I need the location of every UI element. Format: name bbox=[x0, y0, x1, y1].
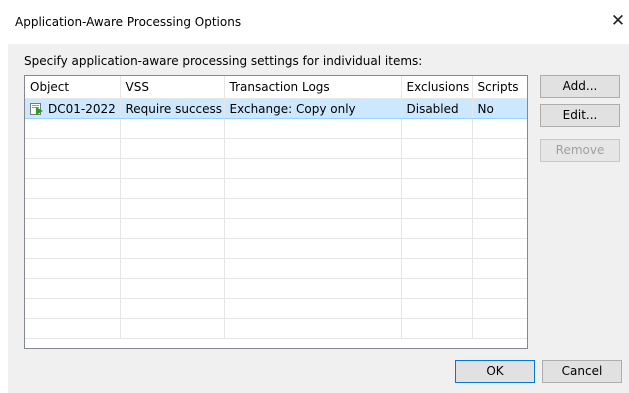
empty-cell bbox=[224, 238, 402, 259]
empty-row bbox=[25, 238, 527, 259]
column-header-scripts[interactable]: Scripts bbox=[472, 76, 527, 99]
empty-cell bbox=[472, 158, 527, 179]
empty-cell bbox=[224, 278, 402, 299]
empty-cell bbox=[472, 278, 527, 299]
empty-cell bbox=[472, 298, 527, 319]
remove-button[interactable]: Remove bbox=[540, 139, 620, 162]
empty-cell bbox=[401, 158, 473, 179]
empty-cell bbox=[120, 218, 225, 239]
empty-cell bbox=[224, 138, 402, 159]
cell-scripts: No bbox=[472, 98, 527, 119]
empty-cell bbox=[25, 198, 121, 219]
column-header-transaction-logs[interactable]: Transaction Logs bbox=[224, 76, 402, 99]
empty-cell bbox=[472, 218, 527, 239]
empty-cell bbox=[401, 278, 473, 299]
empty-cell bbox=[401, 218, 473, 239]
empty-cell bbox=[120, 118, 225, 139]
empty-row bbox=[25, 258, 527, 279]
empty-cell bbox=[472, 178, 527, 199]
header-row: Object VSS Transaction Logs Exclusions S… bbox=[25, 76, 527, 99]
table-row[interactable]: DC01-2022 Require success Exchange: Copy… bbox=[25, 98, 527, 119]
column-header-object[interactable]: Object bbox=[25, 76, 121, 99]
empty-cell bbox=[224, 298, 402, 319]
empty-cell bbox=[472, 138, 527, 159]
cell-exclusions: Disabled bbox=[401, 98, 473, 119]
empty-row bbox=[25, 178, 527, 199]
empty-cell bbox=[224, 218, 402, 239]
empty-row bbox=[25, 298, 527, 319]
close-icon[interactable]: ✕ bbox=[607, 6, 629, 36]
add-button[interactable]: Add... bbox=[540, 75, 620, 98]
empty-cell bbox=[472, 198, 527, 219]
empty-cell bbox=[25, 218, 121, 239]
empty-row bbox=[25, 318, 527, 339]
instruction-label: Specify application-aware processing set… bbox=[24, 54, 423, 68]
empty-cell bbox=[224, 118, 402, 139]
column-header-vss[interactable]: VSS bbox=[120, 76, 225, 99]
empty-row bbox=[25, 278, 527, 299]
object-name: DC01-2022 bbox=[48, 101, 116, 116]
empty-cell bbox=[472, 318, 527, 339]
empty-cell bbox=[120, 298, 225, 319]
empty-cell bbox=[401, 258, 473, 279]
window-title: Application-Aware Processing Options bbox=[15, 15, 242, 29]
empty-cell bbox=[120, 258, 225, 279]
empty-cell bbox=[120, 278, 225, 299]
ok-button[interactable]: OK bbox=[455, 360, 535, 383]
app-aware-dialog: Application-Aware Processing Options ✕ S… bbox=[0, 0, 629, 393]
title-bar: Application-Aware Processing Options ✕ bbox=[8, 0, 629, 44]
empty-row bbox=[25, 218, 527, 239]
empty-cell bbox=[401, 198, 473, 219]
edit-button[interactable]: Edit... bbox=[540, 104, 620, 127]
empty-cell bbox=[401, 178, 473, 199]
empty-cell bbox=[120, 238, 225, 259]
cell-object: DC01-2022 bbox=[25, 98, 121, 119]
cell-vss: Require success bbox=[120, 98, 225, 119]
empty-row bbox=[25, 138, 527, 159]
empty-cell bbox=[25, 298, 121, 319]
items-grid[interactable]: Object VSS Transaction Logs Exclusions S… bbox=[24, 75, 528, 349]
cell-transaction-logs: Exchange: Copy only bbox=[224, 98, 402, 119]
empty-cell bbox=[472, 258, 527, 279]
column-header-exclusions[interactable]: Exclusions bbox=[401, 76, 473, 99]
empty-cell bbox=[224, 258, 402, 279]
empty-cell bbox=[472, 118, 527, 139]
empty-cell bbox=[25, 158, 121, 179]
empty-cell bbox=[224, 178, 402, 199]
empty-cell bbox=[25, 318, 121, 339]
background-edge bbox=[0, 0, 8, 393]
empty-cell bbox=[224, 198, 402, 219]
empty-cell bbox=[120, 138, 225, 159]
empty-cell bbox=[401, 318, 473, 339]
empty-cell bbox=[401, 118, 473, 139]
empty-cell bbox=[401, 298, 473, 319]
empty-cell bbox=[25, 258, 121, 279]
empty-cell bbox=[120, 158, 225, 179]
empty-cell bbox=[120, 178, 225, 199]
empty-cell bbox=[120, 318, 225, 339]
empty-cell bbox=[25, 278, 121, 299]
empty-cell bbox=[224, 318, 402, 339]
empty-cell bbox=[472, 238, 527, 259]
items-table: Object VSS Transaction Logs Exclusions S… bbox=[25, 76, 527, 339]
empty-row bbox=[25, 118, 527, 139]
empty-cell bbox=[25, 238, 121, 259]
empty-cell bbox=[25, 138, 121, 159]
empty-cell bbox=[224, 158, 402, 179]
empty-row bbox=[25, 158, 527, 179]
vm-icon bbox=[30, 102, 44, 115]
empty-cell bbox=[25, 118, 121, 139]
empty-cell bbox=[401, 238, 473, 259]
empty-cell bbox=[401, 138, 473, 159]
cancel-button[interactable]: Cancel bbox=[542, 360, 622, 383]
empty-cell bbox=[120, 198, 225, 219]
empty-cell bbox=[25, 178, 121, 199]
empty-row bbox=[25, 198, 527, 219]
